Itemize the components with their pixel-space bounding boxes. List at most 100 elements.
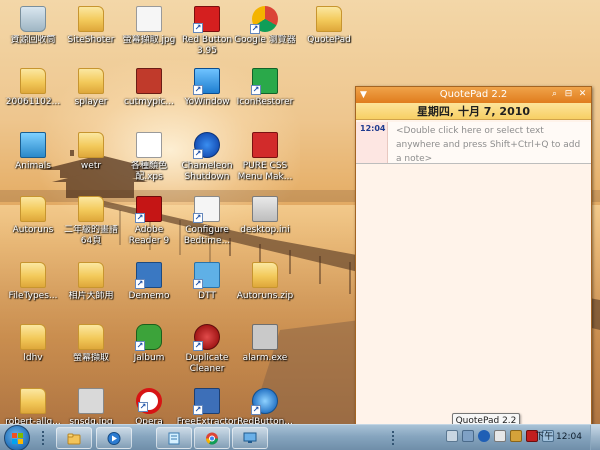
redbutton-shortcut-item[interactable]: ↗ Red Button 3.95 (176, 6, 238, 57)
chameleon-shutdown-item[interactable]: ↗ Chameleon Shutdown (176, 132, 238, 183)
icon-label: FileTypes... (8, 291, 58, 301)
icon-label: wetr (80, 161, 102, 171)
splayer-folder-item[interactable]: splayer (60, 68, 122, 108)
icon-label: Duplicate Cleaner (185, 353, 229, 374)
cutmypic-icon (136, 68, 162, 94)
quotepad-window[interactable]: ▼ QuotePad 2.2 ⌕ ⊟ ✕ 星期四, 十月 7, 2010 12:… (355, 86, 592, 431)
desktop-ini-item[interactable]: desktop.ini (234, 196, 296, 236)
opera-icon: ↗ (136, 388, 162, 414)
icon-label: ldhv (23, 353, 43, 363)
icon-label: SiteShoter (67, 35, 115, 45)
colors-xps-item[interactable]: 各種顏色配.xps (118, 132, 180, 183)
icon-label: 各種顏色配.xps (130, 161, 167, 182)
close-icon[interactable]: ✕ (577, 88, 588, 101)
wetr-folder-item[interactable]: wetr (60, 132, 122, 172)
screenshot-jpg-item[interactable]: 螢幕擷取.jpg (118, 6, 180, 46)
dememo-item[interactable]: ↗ Dememo (118, 262, 180, 302)
red-button-icon: ↗ (193, 6, 220, 33)
taskbar-notepad-button[interactable] (156, 427, 192, 449)
show-desktop-button[interactable] (590, 425, 600, 450)
shortcut-arrow-icon: ↗ (193, 213, 203, 223)
weather-icon: ↗ (193, 68, 220, 95)
note-placeholder-text[interactable]: <Double click here or select text anywhe… (396, 124, 587, 166)
folder-icon (78, 132, 104, 158)
folder-icon (20, 68, 46, 94)
quotepad-titlebar[interactable]: ▼ QuotePad 2.2 ⌕ ⊟ ✕ (356, 87, 591, 103)
shortcut-arrow-icon: ↗ (193, 149, 203, 159)
taskbar-media-player-button[interactable] (96, 427, 132, 449)
folder-icon (78, 196, 104, 222)
redbutton-2-item[interactable]: ↗ RedButton... (234, 388, 296, 428)
icon-label: Autoruns (12, 225, 54, 235)
20061102-item[interactable]: 20061102... (2, 68, 64, 108)
freeextractor-item[interactable]: ↗ FreeExtractor (176, 388, 238, 428)
folder-icon (20, 324, 46, 350)
adobe-reader-item[interactable]: ↗ Adobe Reader 9 (118, 196, 180, 247)
folder-icon (67, 433, 81, 445)
iconrestorer-shortcut-item[interactable]: ↗ IconRestorer (234, 68, 296, 108)
alarm-clock-icon (252, 324, 278, 350)
pure-css-menu-item[interactable]: PURE CSS Menu Mak... (234, 132, 296, 183)
network-icon[interactable] (462, 430, 474, 442)
pin-icon[interactable]: ⊟ (563, 88, 574, 101)
duplicate-cleaner-item[interactable]: ↗ Duplicate Cleaner (176, 324, 238, 375)
cutmypic-item[interactable]: cutmypic... (118, 68, 180, 108)
shortcut-arrow-icon: ↗ (193, 85, 203, 95)
autoruns-folder-item[interactable]: Autoruns (2, 196, 64, 236)
photo-master-folder-item[interactable]: 相片大師用 (60, 262, 122, 302)
image-file-icon (78, 388, 104, 414)
icon-label: cutmypic... (123, 97, 175, 107)
taskbar-remote-desktop-button[interactable] (232, 427, 268, 449)
tray-grip[interactable] (392, 431, 398, 445)
shortcut-arrow-icon: ↗ (138, 402, 148, 412)
help-icon[interactable] (478, 430, 490, 442)
folder-icon (20, 262, 46, 288)
quotepad-folder-item[interactable]: QuotePad (298, 6, 360, 46)
icon-label: Dememo (128, 291, 170, 301)
power-icon: ↗ (193, 132, 220, 159)
volume-icon[interactable] (494, 430, 506, 442)
recycle-bin-icon-item[interactable]: 資源回收筒 (2, 6, 64, 46)
folder-icon (78, 6, 104, 32)
icon-label: YoWindow (184, 97, 230, 107)
autoruns-zip-item[interactable]: Autoruns.zip (234, 262, 296, 302)
icon-label: PURE CSS Menu Mak... (237, 161, 293, 182)
shortcut-arrow-icon: ↗ (135, 213, 145, 223)
bedtime-icon: ↗ (193, 196, 220, 223)
jalbum-item[interactable]: ↗ Jalbum (118, 324, 180, 364)
quotepad-tray-icon[interactable] (510, 430, 522, 442)
keyboard-icon[interactable] (446, 430, 458, 442)
filetypes-folder-item[interactable]: FileTypes... (2, 262, 64, 302)
taskbar-grip[interactable] (42, 431, 48, 445)
taskbar-explorer-button[interactable] (56, 427, 92, 449)
ldhv-folder-item[interactable]: ldhv (2, 324, 64, 364)
siteshoter-folder-item[interactable]: SiteShoter (60, 6, 122, 46)
configure-bedtime-item[interactable]: ↗ Configure Bedtime... (176, 196, 238, 247)
quotepad-note-row[interactable]: 12:04 <Double click here or select text … (356, 122, 591, 164)
icon-label: 螢幕擷取.jpg (122, 35, 176, 45)
alarm-exe-item[interactable]: alarm.exe (234, 324, 296, 364)
taskbar-chrome-button[interactable] (194, 427, 230, 449)
grade2-folder-item[interactable]: 二年級的畫譜64頁 (60, 196, 122, 247)
yowindow-shortcut-item[interactable]: ↗ YoWindow (176, 68, 238, 108)
icon-label: QuotePad (307, 35, 351, 45)
shortcut-arrow-icon: ↗ (193, 341, 203, 351)
shortcut-arrow-icon: ↗ (135, 341, 145, 351)
screenshots-folder-item[interactable]: 螢幕擷取 (60, 324, 122, 364)
google-chrome-shortcut-item[interactable]: ↗ Google 瀏覽器 (234, 6, 296, 46)
taskbar-clock[interactable]: 下午 12:04 (535, 431, 582, 443)
opera-item[interactable]: ↗ Opera (118, 388, 180, 428)
icon-label: 相片大師用 (68, 291, 114, 301)
robert-allg-item[interactable]: robert-allg... (2, 388, 64, 428)
icon-label: Jalbum (133, 353, 165, 363)
start-button[interactable] (4, 425, 30, 450)
animals-icon (20, 132, 46, 158)
folder-icon (78, 262, 104, 288)
snsdg-jpg-item[interactable]: snsdg.jpg (60, 388, 122, 428)
windows-logo-icon (12, 433, 23, 444)
animals-item[interactable]: Animals (2, 132, 64, 172)
search-icon[interactable]: ⌕ (549, 88, 560, 101)
document-icon (136, 132, 162, 158)
icon-label: Adobe Reader 9 (128, 225, 170, 246)
dtt-item[interactable]: ↗ DTT (176, 262, 238, 302)
